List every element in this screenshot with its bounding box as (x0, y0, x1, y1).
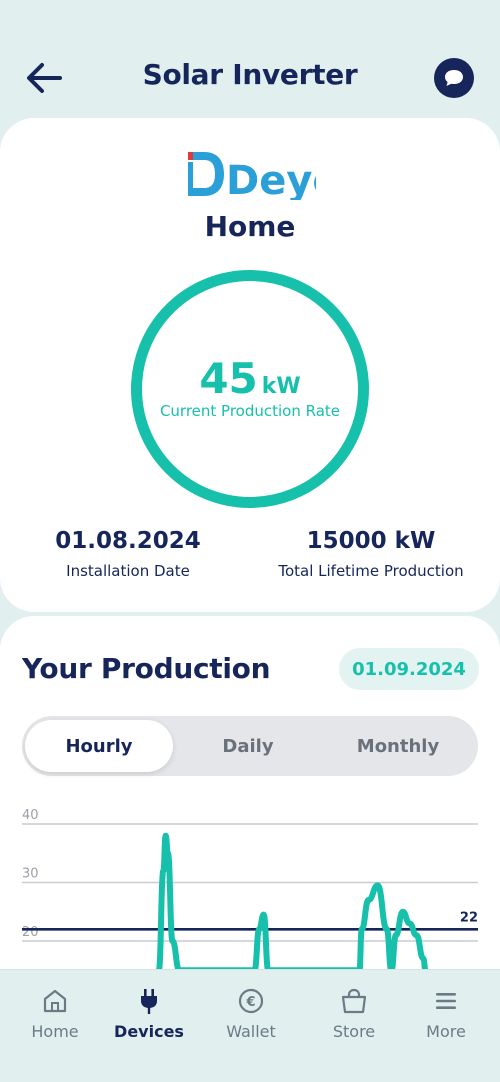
nav-item-devices[interactable]: Devices (101, 986, 197, 1041)
page-title: Solar Inverter (142, 58, 358, 91)
installation-date-value: 01.08.2024 (55, 528, 201, 554)
house-icon (43, 989, 67, 1013)
svg-text:€: € (245, 995, 255, 1010)
shopping-bag-icon (341, 988, 367, 1014)
y-tick-label: 40 (22, 808, 39, 823)
app-header: Solar Inverter (0, 0, 500, 118)
current-rate-value: 45 kW (0, 354, 500, 403)
production-chart: 40 30 20 22 (22, 808, 478, 970)
brand-name: Deye (226, 158, 316, 200)
nav-item-wallet[interactable]: € Wallet (203, 986, 299, 1041)
euro-coin-icon: € (238, 988, 264, 1014)
lifetime-production-value: 15000 kW (306, 528, 436, 554)
lifetime-production-label: Total Lifetime Production (278, 562, 464, 580)
production-date-picker[interactable]: 01.09.2024 (339, 648, 479, 690)
current-rate-unit: kW (261, 374, 301, 399)
nav-label-more: More (426, 1022, 466, 1041)
installation-date-stat: 01.08.2024 Installation Date (28, 528, 228, 580)
y-tick-label: 30 (22, 867, 39, 882)
period-segmented-control: Hourly Daily Monthly (22, 716, 478, 776)
menu-icon (436, 993, 456, 1009)
current-rate-number: 45 (199, 354, 258, 403)
tab-monthly[interactable]: Monthly (324, 720, 472, 772)
site-name: Home (204, 210, 296, 243)
nav-label-home: Home (31, 1022, 79, 1041)
nav-label-store: Store (332, 1022, 376, 1041)
nav-item-more[interactable]: More (398, 986, 494, 1041)
chat-bubble-icon (445, 70, 463, 86)
production-title: Your Production (22, 652, 271, 685)
y-tick-label: 20 (22, 925, 39, 940)
reference-line-label: 22 (460, 910, 478, 925)
inverter-card: Deye Home 45kW Current Production Rate 0… (0, 118, 500, 612)
installation-date-label: Installation Date (66, 562, 190, 580)
chat-button[interactable] (434, 58, 474, 98)
tab-hourly[interactable]: Hourly (25, 720, 173, 772)
deye-logo: Deye (188, 152, 316, 200)
series-line-0 (155, 832, 429, 970)
nav-item-home[interactable]: Home (7, 986, 103, 1041)
bottom-navigation: Home Devices € Wallet Store More (0, 969, 500, 1082)
nav-item-store[interactable]: Store (306, 986, 402, 1041)
nav-label-devices: Devices (114, 1022, 184, 1041)
plug-icon (141, 989, 157, 1014)
current-rate-label: Current Production Rate (159, 402, 341, 420)
lifetime-production-stat: 15000 kW Total Lifetime Production (270, 528, 472, 580)
tab-daily[interactable]: Daily (174, 720, 322, 772)
nav-label-wallet: Wallet (226, 1022, 276, 1041)
